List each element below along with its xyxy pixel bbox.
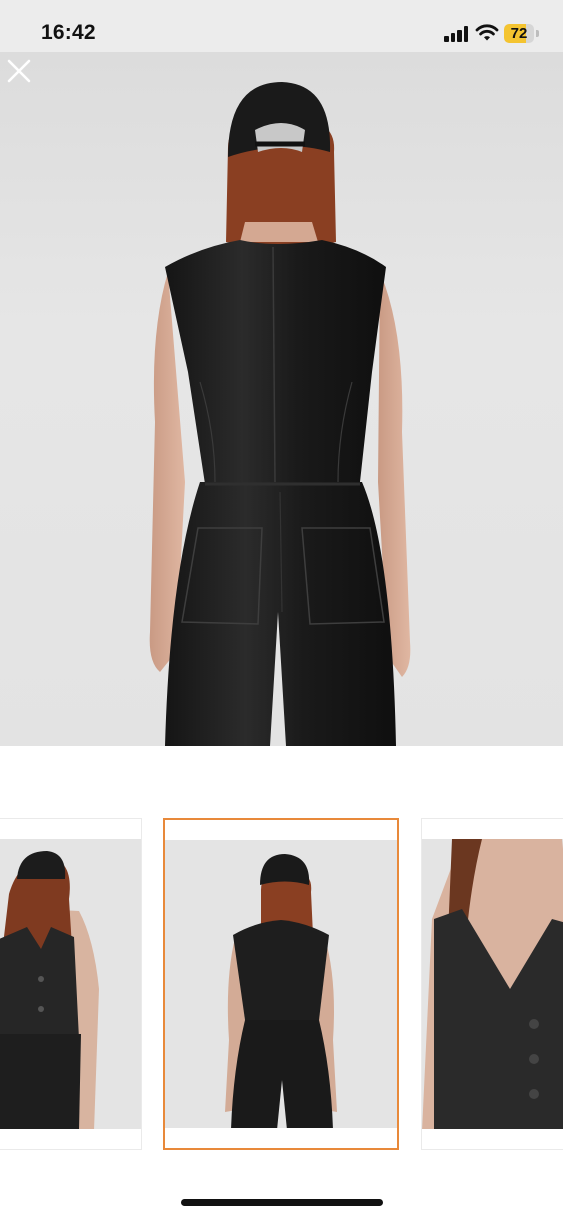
thumbnail-front-closeup — [422, 839, 563, 1129]
home-indicator[interactable] — [181, 1199, 383, 1206]
thumbnail-3[interactable] — [421, 818, 563, 1150]
signal-icon — [444, 26, 470, 42]
status-bar: 16:42 72 — [0, 0, 563, 52]
thumbnail-back-view — [225, 854, 337, 1128]
thumbnail-2-selected[interactable] — [163, 818, 399, 1150]
battery-level-text: 72 — [510, 25, 528, 42]
status-time: 16:42 — [41, 21, 96, 44]
main-product-image[interactable] — [0, 52, 563, 746]
wifi-icon — [475, 24, 499, 41]
thumbnail-front-view-cap — [0, 851, 99, 1129]
close-button[interactable] — [0, 52, 38, 90]
battery-icon: 72 — [504, 24, 540, 43]
product-back-view-illustration — [149, 82, 411, 746]
close-icon — [7, 59, 31, 83]
thumbnail-1[interactable] — [0, 818, 142, 1150]
